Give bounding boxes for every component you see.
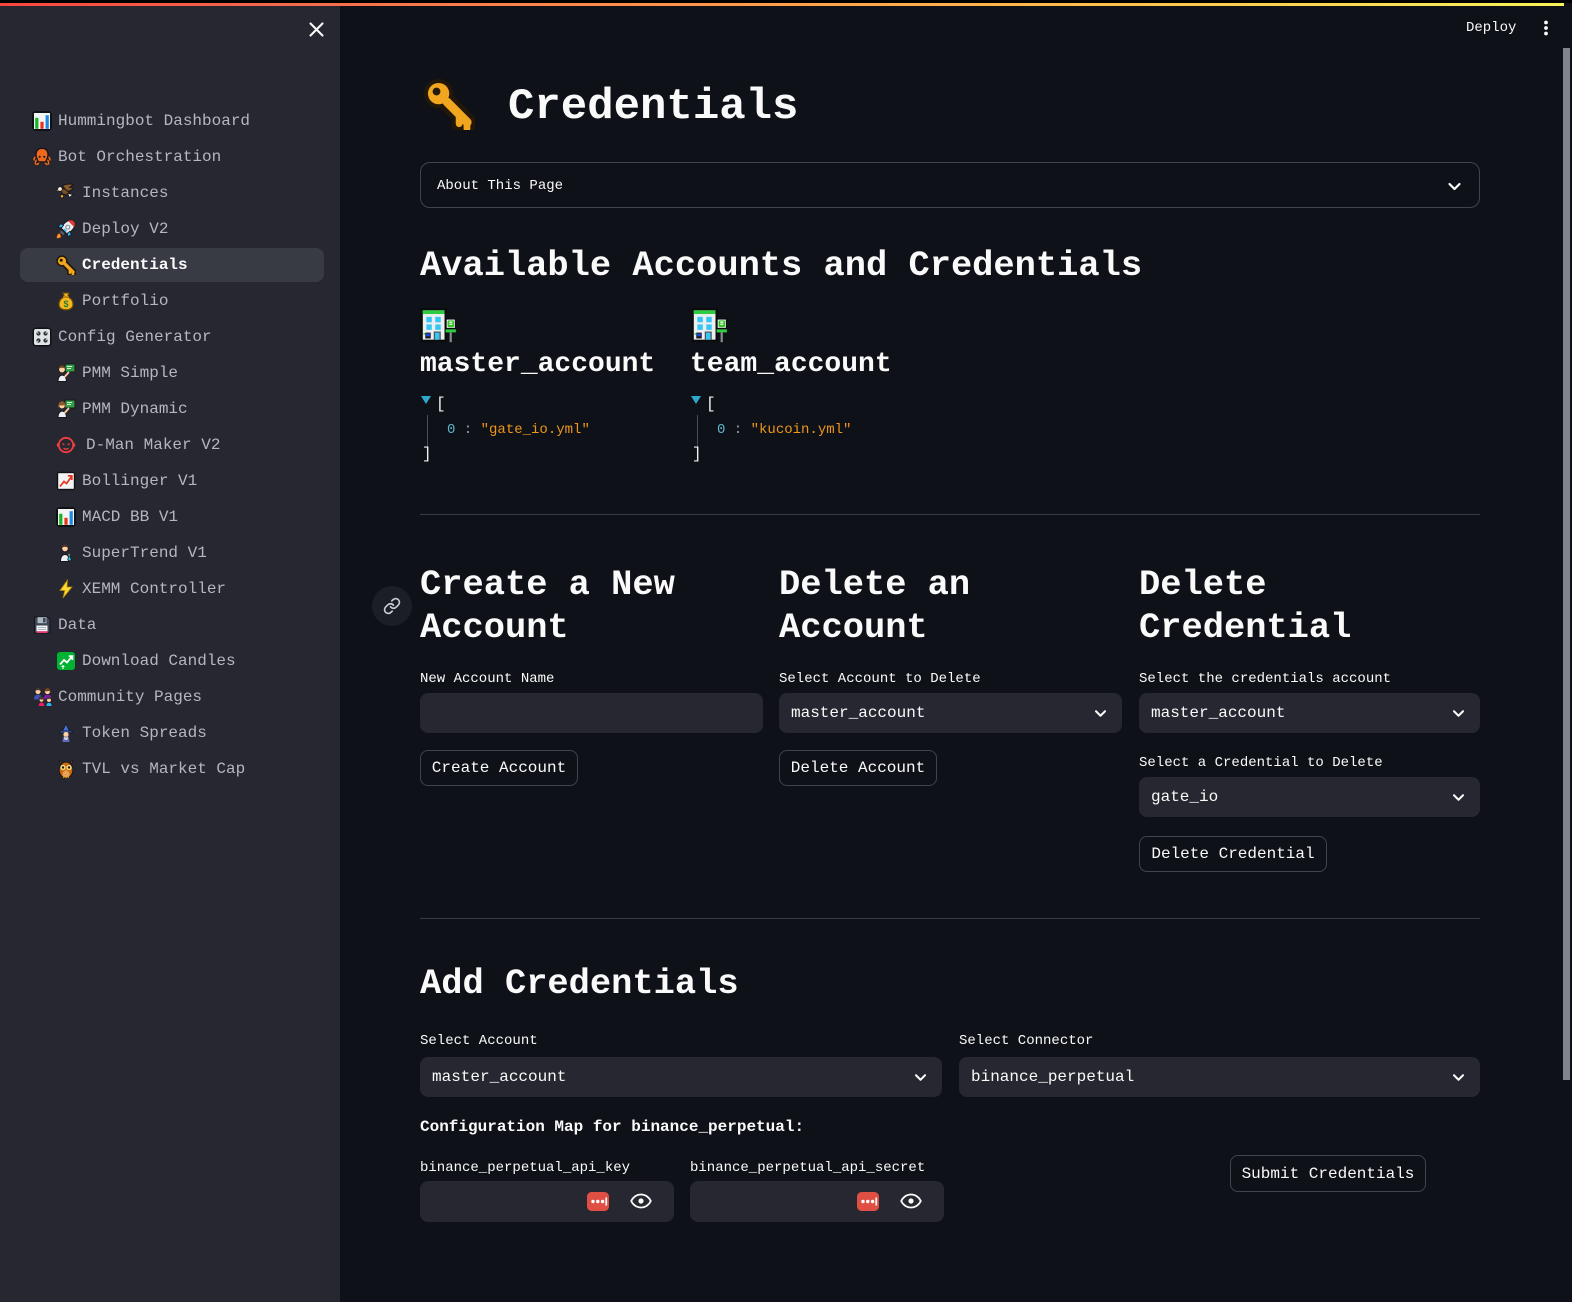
svg-text:$: $ bbox=[63, 299, 68, 309]
